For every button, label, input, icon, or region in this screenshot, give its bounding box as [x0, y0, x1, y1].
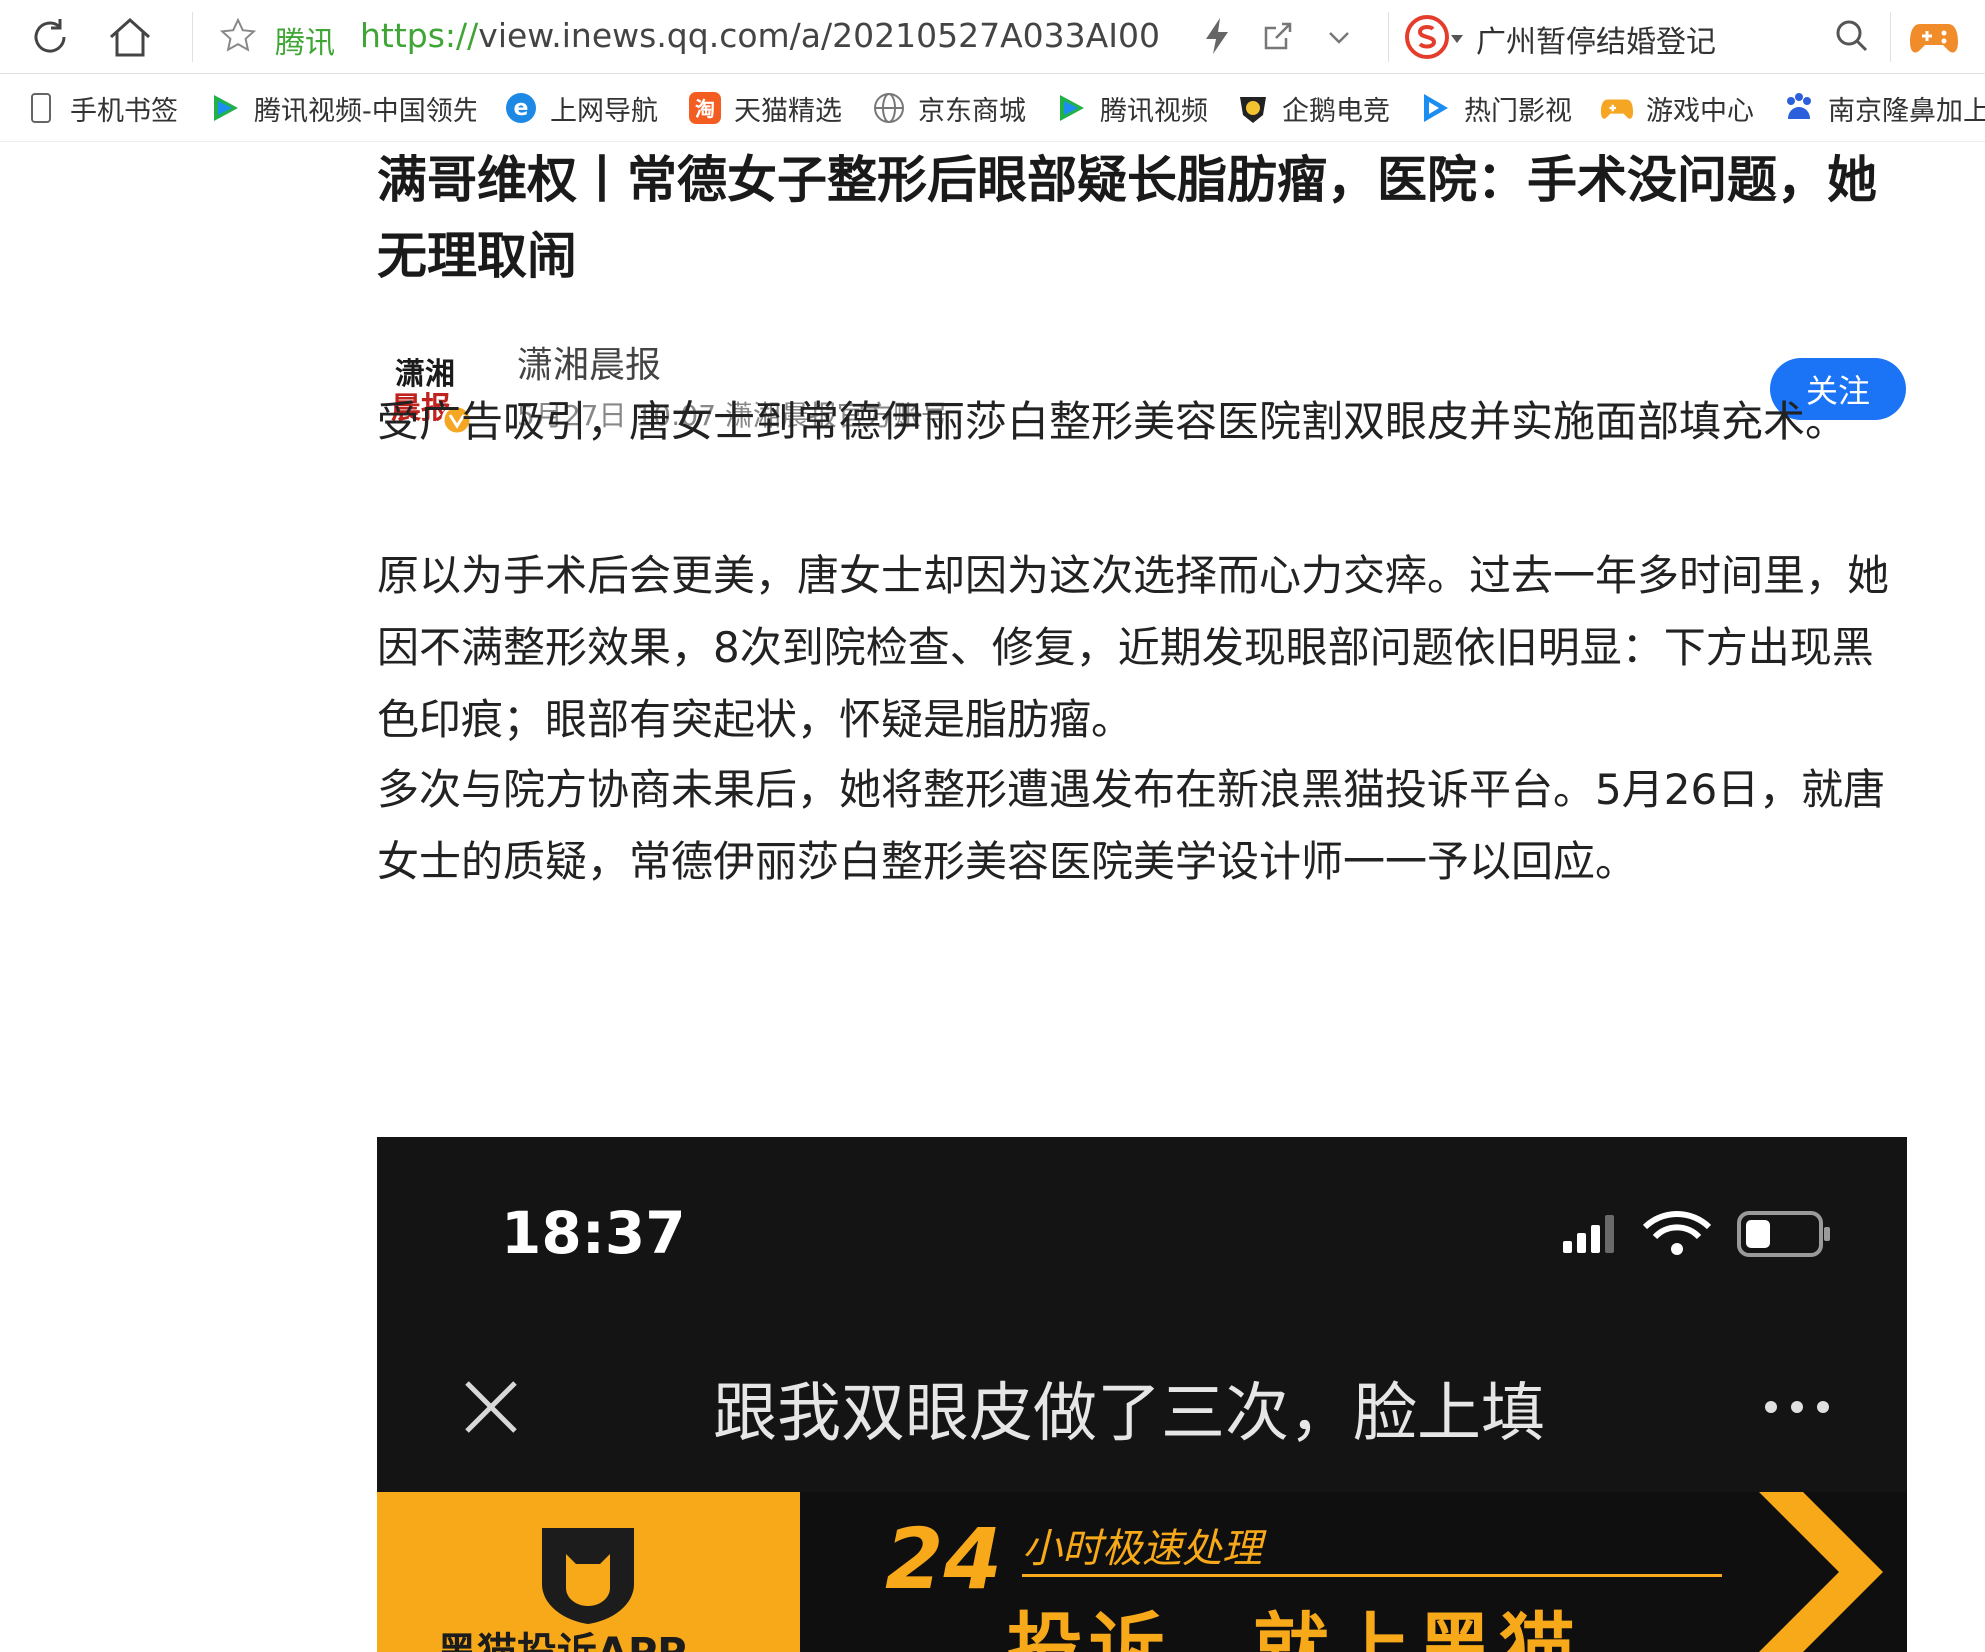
bookmark-star-icon[interactable]: [218, 16, 258, 56]
search-icon[interactable]: [1832, 16, 1872, 56]
penguin-esports-icon: [1236, 91, 1270, 125]
bookmarks-bar: 手机书签 腾讯视频-中国领先 e 上网导航 淘 天猫精选 京东商城 腾讯视频 企…: [0, 74, 1985, 142]
engine-dropdown-icon[interactable]: [1450, 34, 1464, 44]
bookmark-label: 京东商城: [918, 95, 1026, 127]
globe-icon: [872, 91, 906, 125]
bookmark-item[interactable]: 淘 天猫精选: [688, 88, 842, 128]
lightning-icon[interactable]: [1200, 16, 1234, 56]
bookmark-label: 游戏中心: [1646, 95, 1754, 127]
bookmark-label: 上网导航: [550, 95, 658, 127]
article-paragraph: 受广告吸引，唐女士到常德伊丽莎白整形美容医院割双眼皮并实施面部填充术。: [377, 397, 1848, 446]
article-title: 满哥维权丨常德女子整形后眼部疑长脂肪瘤，医院：手术没问题，她无理取闹: [377, 151, 1877, 285]
ie-icon: e: [504, 91, 538, 125]
game-center-icon: [1600, 91, 1634, 125]
close-icon: [465, 1381, 517, 1433]
heimao-ad-banner: 黑猫投诉APP 24 小时极速处理 投诉，就上黑猫: [377, 1492, 1907, 1652]
tencent-video-icon: [208, 91, 242, 125]
baidu-icon: [1782, 91, 1816, 125]
article-image: 18:37 跟我双眼皮做了三次，脸上填 黑猫投: [377, 1137, 1907, 1652]
bookmark-item[interactable]: e 上网导航: [504, 88, 658, 128]
url-path: view.inews.qq.com/a/20210527A033AI00: [478, 16, 1160, 55]
home-button[interactable]: [102, 10, 158, 64]
banner-brand-panel: 黑猫投诉APP: [377, 1492, 800, 1652]
tencent-video-icon: [1054, 91, 1088, 125]
banner-number: 24: [885, 1510, 1002, 1608]
taobao-icon: 淘: [688, 91, 722, 125]
svg-text:e: e: [514, 96, 529, 121]
bookmark-item[interactable]: 腾讯视频-中国领先: [208, 88, 476, 128]
toolbar-separator: [1388, 12, 1389, 62]
phone-clock: 18:37: [501, 1199, 686, 1267]
home-icon: [109, 17, 151, 57]
toolbar-separator: [1890, 12, 1891, 62]
bookmark-label: 南京隆鼻加上: [1828, 95, 1985, 127]
sogou-search-engine-icon[interactable]: [1404, 14, 1450, 60]
black-cat-logo-icon: [542, 1528, 634, 1624]
phone-icon: [24, 91, 58, 125]
bookmark-item[interactable]: 手机书签: [24, 88, 178, 128]
bookmark-label: 腾讯视频: [1100, 95, 1208, 127]
author-name[interactable]: 潇湘晨报: [517, 336, 661, 388]
bookmark-item[interactable]: 腾讯视频: [1054, 88, 1208, 128]
url-scheme: https://: [360, 16, 479, 55]
banner-slogan: 投诉，就上黑猫: [1007, 1604, 1581, 1652]
refresh-icon: [34, 19, 66, 53]
bookmark-label: 企鹅电竞: [1282, 95, 1390, 127]
bookmark-item[interactable]: 游戏中心: [1600, 88, 1754, 128]
bookmark-label: 腾讯视频-中国领先: [254, 95, 476, 127]
chevron-down-icon[interactable]: [1322, 22, 1356, 52]
address-bar: 腾讯 https://view.inews.qq.com/a/20210527A…: [0, 0, 1985, 74]
bookmark-label: 手机书签: [70, 95, 178, 127]
chevron-right-icon: [1759, 1492, 1883, 1652]
refresh-button[interactable]: [22, 10, 78, 64]
phone-page-title: 跟我双眼皮做了三次，脸上填: [713, 1377, 1545, 1451]
phone-status-icons: [1563, 1211, 1830, 1257]
site-name: 腾讯: [275, 26, 335, 61]
wifi-icon: [1642, 1211, 1712, 1255]
share-icon[interactable]: [1260, 18, 1296, 54]
battery-icon: [1737, 1211, 1830, 1257]
svg-text:淘: 淘: [695, 97, 715, 121]
bookmark-label: 热门影视: [1464, 95, 1572, 127]
article-paragraph: 多次与院方协商未果后，她将整形遭遇发布在新浪黑猫投诉平台。5月26日，就唐女士的…: [377, 765, 1886, 886]
url-field[interactable]: https://view.inews.qq.com/a/20210527A033…: [360, 16, 1160, 55]
banner-divider: [1022, 1574, 1722, 1577]
gamepad-icon[interactable]: [1908, 14, 1960, 60]
bookmark-item[interactable]: 南京隆鼻加上: [1782, 88, 1985, 128]
bookmark-label: 天猫精选: [734, 95, 842, 127]
more-icon: [1765, 1401, 1829, 1413]
toolbar-separator: [192, 12, 193, 62]
search-input[interactable]: 广州暂停结婚登记: [1476, 17, 1716, 61]
app-name: 黑猫投诉APP: [437, 1620, 687, 1652]
video-play-icon: [1418, 91, 1452, 125]
article-paragraph: 原以为手术后会更美，唐女士却因为这次选择而心力交瘁。过去一年多时间里，她因不满整…: [377, 551, 1890, 744]
signal-icon: [1563, 1215, 1614, 1253]
banner-tagline: 小时极速处理: [1022, 1526, 1262, 1572]
bookmark-item[interactable]: 热门影视: [1418, 88, 1572, 128]
bookmark-item[interactable]: 京东商城: [872, 88, 1026, 128]
bookmark-item[interactable]: 企鹅电竞: [1236, 88, 1390, 128]
